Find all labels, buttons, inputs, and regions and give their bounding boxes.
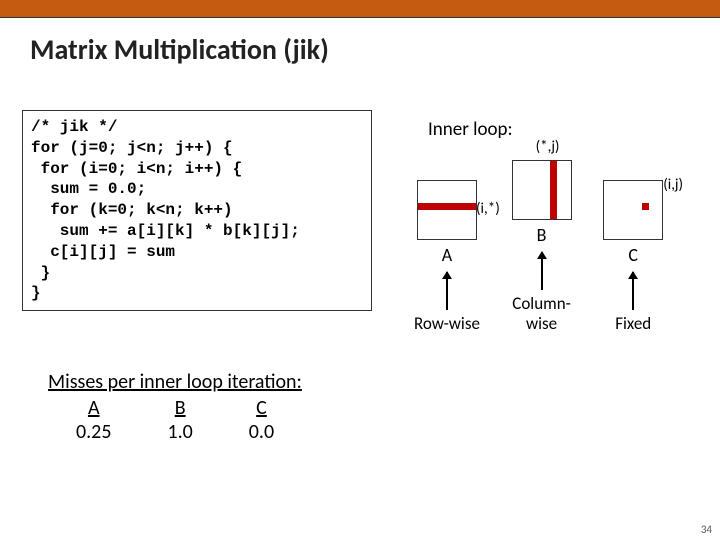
matrix-C-cell-highlight [642,203,649,210]
matrix-A-box [417,180,477,240]
matrix-B-col-highlight [550,161,557,219]
arrow-icon [632,272,634,310]
matrix-A-access: Row-wise [414,314,480,334]
code-block: /* jik */ for (j=0; j<n; j++) { for (i=0… [22,110,372,311]
misses-col-B: B [139,396,220,420]
arrow-icon [541,252,543,290]
misses-val-C: 0.0 [221,420,302,444]
matrix-C: (i,j) C Fixed [603,180,663,334]
matrix-C-annotation: (i,j) [663,176,683,194]
matrix-A: (i,*) A Row-wise [414,180,480,334]
matrix-A-label: A [414,244,480,266]
matrix-A-annotation: (i,*) [476,200,500,218]
slide-title: Matrix Multiplication (jik) [30,32,720,67]
matrix-A-row-highlight [418,203,476,210]
matrix-C-box [603,180,663,240]
matrix-B-access: Column- wise [512,294,572,333]
inner-loop-label: Inner loop: [428,118,513,141]
matrix-B-box [512,160,572,220]
misses-section: Misses per inner loop iteration: A B C 0… [48,370,302,444]
matrix-C-label: C [603,244,663,266]
misses-col-C: C [221,396,302,420]
misses-val-B: 1.0 [139,420,220,444]
matrix-B-annotation: (*,j) [536,138,560,156]
misses-heading: Misses per inner loop iteration: [48,370,302,394]
slide-accent-bar [0,0,720,18]
misses-val-A: 0.25 [48,420,139,444]
matrix-diagram: (i,*) A Row-wise (*,j) B Column- wise (i… [400,160,700,334]
misses-col-A: A [48,396,139,420]
arrow-icon [446,272,448,310]
matrix-C-access: Fixed [603,314,663,334]
matrix-B-label: B [512,224,572,246]
misses-table: A B C 0.25 1.0 0.0 [48,396,302,444]
page-number: 34 [701,523,712,536]
matrix-B: (*,j) B Column- wise [512,160,572,333]
